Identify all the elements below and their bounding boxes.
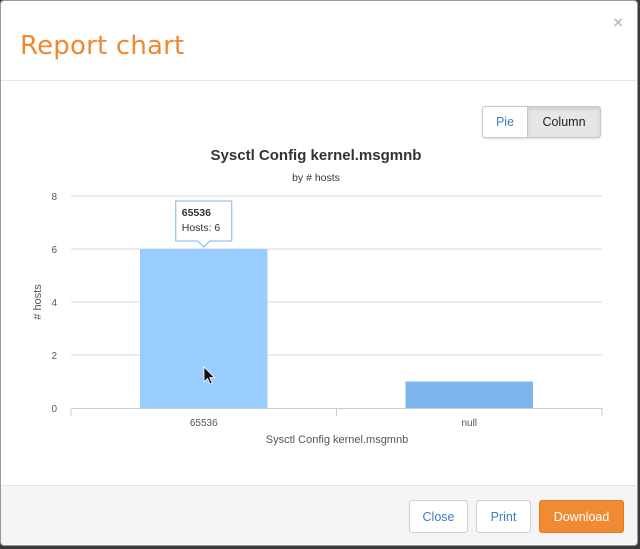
bar-null [405,381,533,408]
chart-type-toggle: Pie Column [482,106,601,138]
y-tick-label: 8 [51,192,57,203]
modal-header: Report chart × [1,1,637,81]
x-tick-label: null [461,418,477,429]
report-chart-modal: Report chart × Sysctl Config kernel.msgm… [0,0,638,546]
close-icon[interactable]: × [613,13,623,33]
chart-subtitle: by # hosts [292,172,340,184]
column-chart: Sysctl Config kernel.msgmnb by # hosts 0 2 4… [32,147,603,446]
modal-footer: Close Print Download [1,485,637,545]
y-tick-label: 2 [51,351,57,362]
print-button[interactable]: Print [476,500,531,533]
y-axis-label: # hosts [32,284,44,320]
y-tick-label: 0 [51,404,57,415]
x-tick-label: 65536 [190,418,218,429]
chart-title: Sysctl Config kernel.msgmnb [211,147,422,164]
pie-toggle-button[interactable]: Pie [482,106,528,138]
tooltip-value: Hosts: 6 [182,222,221,234]
bar-65536 [140,249,268,408]
y-tick-label: 4 [51,298,57,309]
close-button[interactable]: Close [409,500,468,533]
tooltip-category: 65536 [182,207,211,219]
modal-title: Report chart [20,31,185,61]
modal-body: Sysctl Config kernel.msgmnb by # hosts 0 2 4… [1,81,637,485]
column-toggle-button[interactable]: Column [528,106,601,138]
download-button[interactable]: Download [539,500,624,533]
y-tick-label: 6 [51,245,57,256]
x-axis-label: Sysctl Config kernel.msgmnb [266,434,408,446]
